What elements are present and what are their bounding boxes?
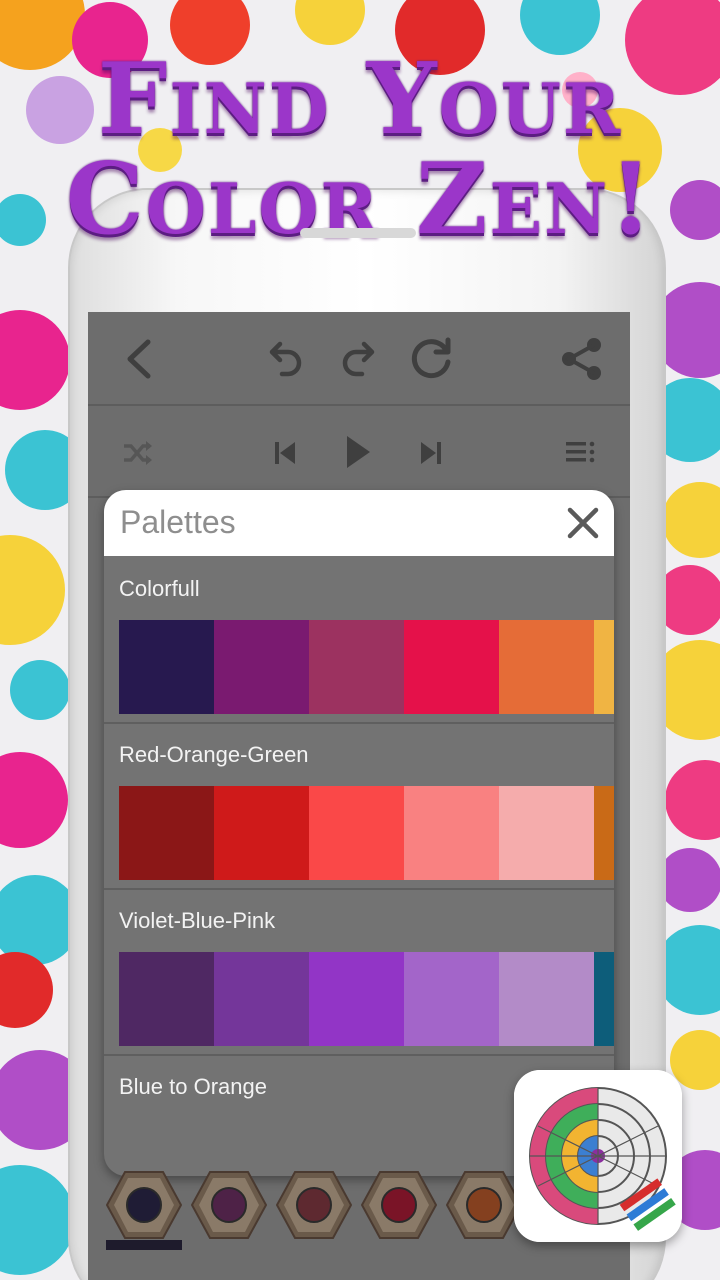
color-swatch[interactable] — [499, 620, 594, 714]
player-toolbar — [88, 408, 630, 498]
playlist-icon[interactable] — [566, 440, 596, 464]
color-swatch[interactable] — [404, 952, 499, 1046]
selected-color-hexagon[interactable] — [106, 1170, 182, 1240]
selected-color-hexagon[interactable] — [446, 1170, 522, 1240]
share-icon[interactable] — [560, 336, 604, 382]
palette-item[interactable]: Violet-Blue-Pink — [104, 890, 614, 1056]
selected-color-hexagon[interactable] — [276, 1170, 352, 1240]
palette-name: Violet-Blue-Pink — [119, 908, 276, 933]
app-logo-icon — [514, 1070, 682, 1242]
color-swatch[interactable] — [214, 952, 309, 1046]
color-swatch[interactable] — [309, 620, 404, 714]
close-icon[interactable] — [566, 506, 600, 540]
color-swatch[interactable] — [594, 620, 614, 714]
back-icon[interactable] — [122, 338, 156, 380]
palette-name: Colorfull — [119, 576, 200, 601]
palette-swatches[interactable] — [119, 620, 614, 714]
color-swatch[interactable] — [499, 786, 594, 880]
undo-icon[interactable] — [268, 338, 304, 378]
palette-name: Blue to Orange — [119, 1074, 267, 1099]
color-swatch[interactable] — [404, 620, 499, 714]
palette-item[interactable]: Red-Orange-Green — [104, 724, 614, 890]
color-swatch[interactable] — [119, 620, 214, 714]
color-swatch[interactable] — [309, 786, 404, 880]
dialog-header: Palettes — [104, 490, 614, 556]
shuffle-icon[interactable] — [122, 440, 154, 466]
color-swatch[interactable] — [499, 952, 594, 1046]
selected-color-hexagon[interactable] — [191, 1170, 267, 1240]
selected-color-hexagon[interactable] — [361, 1170, 437, 1240]
redo-icon[interactable] — [340, 338, 376, 378]
color-swatch[interactable] — [404, 786, 499, 880]
palette-name: Red-Orange-Green — [119, 742, 309, 767]
play-icon[interactable] — [344, 434, 372, 470]
palette-swatches[interactable] — [119, 952, 614, 1046]
refresh-icon[interactable] — [408, 336, 454, 382]
color-swatch[interactable] — [119, 952, 214, 1046]
selected-color-indicator — [106, 1240, 182, 1250]
color-swatch[interactable] — [594, 786, 614, 880]
top-toolbar — [88, 312, 630, 406]
color-swatch[interactable] — [309, 952, 404, 1046]
next-icon[interactable] — [420, 440, 442, 466]
previous-icon[interactable] — [274, 440, 296, 466]
color-swatch[interactable] — [214, 620, 309, 714]
promo-headline: Find Your Color Zen! — [0, 50, 720, 250]
headline-line-1: Find Your — [97, 42, 623, 157]
color-swatch[interactable] — [119, 786, 214, 880]
dialog-title: Palettes — [120, 504, 236, 540]
color-swatch[interactable] — [594, 952, 614, 1046]
phone-speaker — [300, 228, 416, 238]
palette-swatches[interactable] — [119, 786, 614, 880]
color-swatch[interactable] — [214, 786, 309, 880]
palette-item[interactable]: Colorfull — [104, 558, 614, 724]
